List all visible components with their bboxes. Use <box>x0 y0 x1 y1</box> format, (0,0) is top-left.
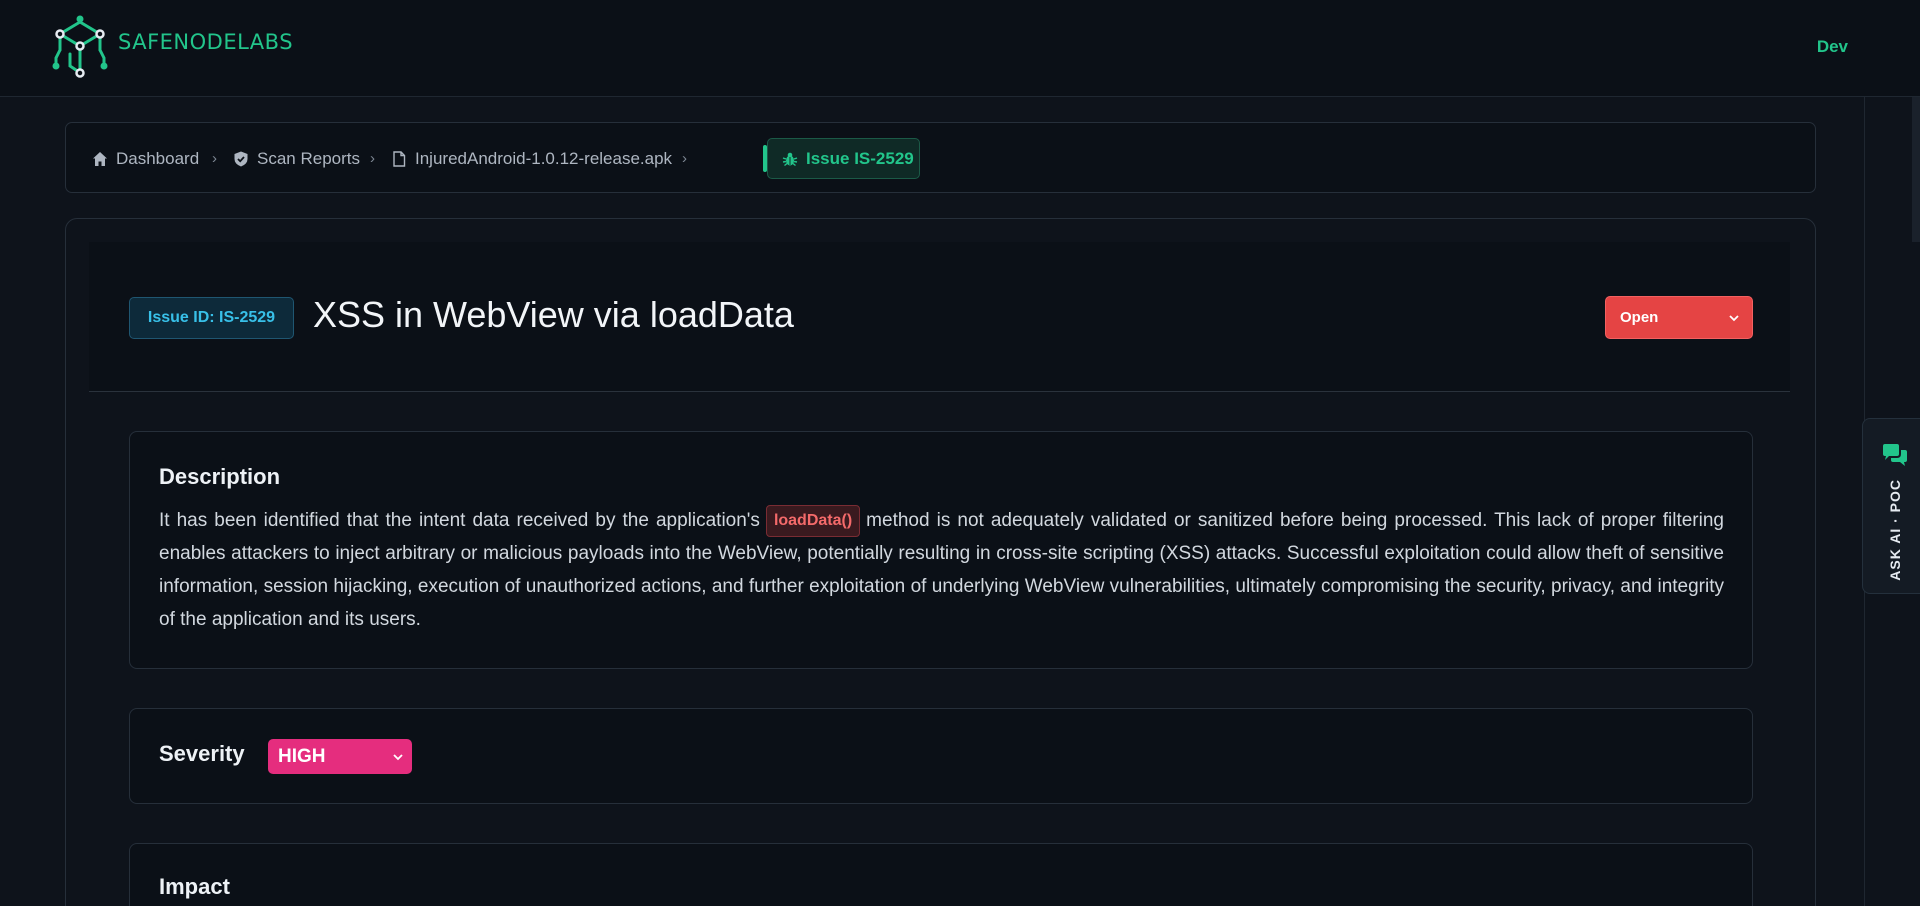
chat-icon <box>1883 444 1907 466</box>
bug-icon <box>782 152 798 166</box>
chevron-down-icon <box>1729 315 1739 322</box>
impact-panel: Impact <box>129 843 1753 906</box>
issue-id-badge: Issue ID: IS-2529 <box>129 297 294 339</box>
description-panel: Description It has been identified that … <box>129 431 1753 669</box>
shield-check-icon <box>234 151 248 167</box>
ask-ai-label: ASK AI · POC <box>1887 479 1903 581</box>
issue-title: XSS in WebView via loadData <box>313 294 794 335</box>
top-navbar: SAFENODELABS Dev <box>0 0 1920 97</box>
status-select[interactable]: Open <box>1605 296 1753 339</box>
breadcrumb-current-issue[interactable]: Issue IS-2529 <box>763 138 920 179</box>
brand-name[interactable]: SAFENODELABS <box>118 30 293 54</box>
logo-icon[interactable] <box>52 14 108 78</box>
code-snippet: loadData() <box>765 504 861 537</box>
breadcrumb-dashboard[interactable]: Dashboard <box>92 149 199 169</box>
breadcrumb: Dashboard › Scan Reports › InjuredAndroi… <box>65 122 1816 193</box>
breadcrumb-separator: › <box>212 150 217 167</box>
breadcrumb-scan-reports[interactable]: Scan Reports <box>233 149 360 169</box>
severity-title: Severity <box>159 741 245 766</box>
breadcrumb-separator: › <box>682 150 687 167</box>
breadcrumb-label: Scan Reports <box>257 149 360 168</box>
file-icon <box>393 151 406 167</box>
breadcrumb-separator: › <box>370 150 375 167</box>
breadcrumb-label: Dashboard <box>116 149 200 168</box>
description-title: Description <box>159 464 281 489</box>
breadcrumb-current-label: Issue IS-2529 <box>806 148 914 168</box>
description-text: It has been identified that the intent d… <box>159 504 1724 636</box>
severity-value: HIGH <box>278 745 326 767</box>
description-text-before: It has been identified that the intent d… <box>159 510 760 531</box>
impact-title: Impact <box>159 874 230 899</box>
severity-panel: Severity HIGH <box>129 708 1753 804</box>
ask-ai-poc-button[interactable]: ASK AI · POC <box>1862 418 1920 594</box>
scrollbar-thumb[interactable] <box>1912 97 1920 242</box>
home-icon <box>93 152 107 166</box>
severity-select[interactable]: HIGH <box>268 739 412 774</box>
chevron-down-icon <box>393 754 403 761</box>
environment-label[interactable]: Dev <box>1817 37 1848 57</box>
breadcrumb-apk-file[interactable]: InjuredAndroid-1.0.12-release.apk <box>391 149 672 169</box>
status-value: Open <box>1620 309 1659 326</box>
breadcrumb-label: InjuredAndroid-1.0.12-release.apk <box>415 149 673 168</box>
